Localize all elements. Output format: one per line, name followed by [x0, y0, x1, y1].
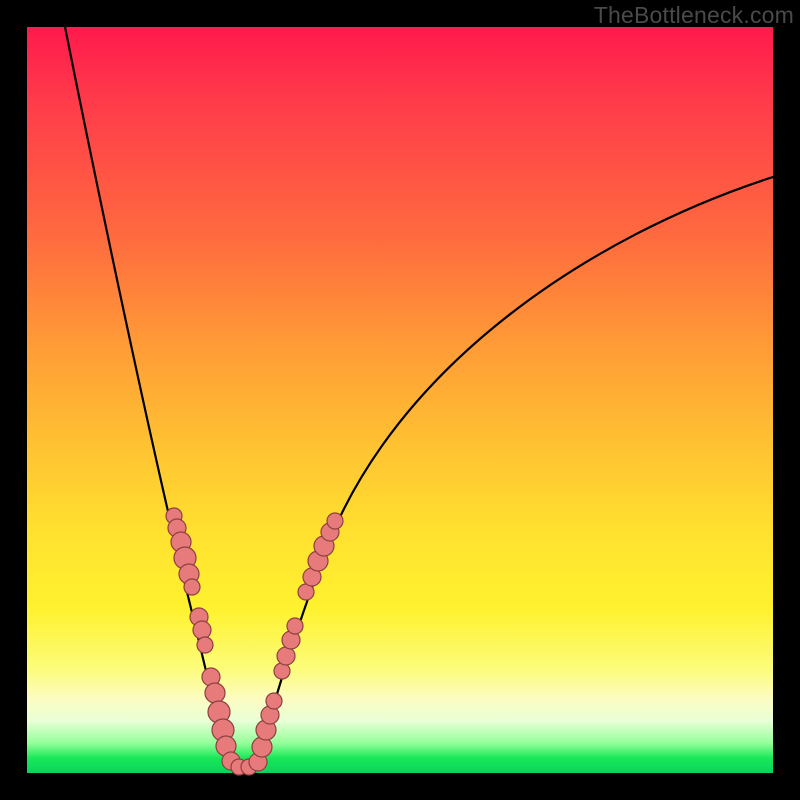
chart-frame: TheBottleneck.com: [0, 0, 800, 800]
bead: [197, 637, 213, 653]
curve-right-branch: [254, 177, 773, 773]
curve-left-branch: [65, 27, 234, 773]
bead: [287, 618, 303, 634]
bead: [327, 513, 343, 529]
bead: [184, 579, 200, 595]
watermark-text: TheBottleneck.com: [594, 2, 794, 29]
plot-area: [27, 27, 773, 773]
bead-group: [166, 508, 343, 775]
curve-layer: [27, 27, 773, 773]
bead: [277, 647, 295, 665]
bead: [193, 621, 211, 639]
bead: [205, 683, 225, 703]
bead: [266, 693, 282, 709]
